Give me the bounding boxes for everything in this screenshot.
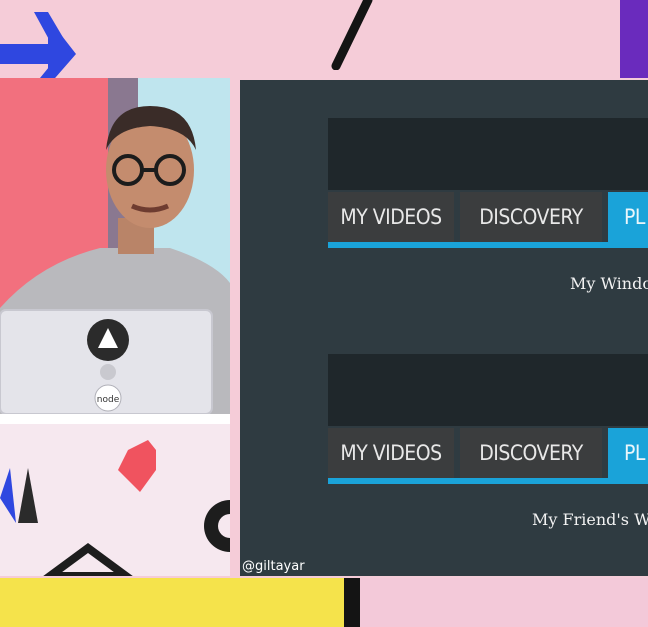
speaker-video-frame: node [0,78,230,576]
caption-friends-window: My Friend's Wir [532,510,648,529]
tab-bar-header [328,118,648,190]
blue-arrow-graphic [0,12,76,78]
purple-block-graphic [620,0,648,78]
yellow-band-graphic [0,578,346,627]
tab-bar-block-2: MY VIDEOS DISCOVERY PL [328,354,648,488]
presentation-slide: MY VIDEOS DISCOVERY PL My Windo MY VIDEO… [240,80,648,576]
tab-playlist-active: PL [608,192,648,242]
black-slash-graphic [331,0,373,70]
tab-underline [328,478,648,484]
tab-playlist-active: PL [608,428,648,478]
tab-my-videos: MY VIDEOS [328,192,454,242]
tab-bar-header [328,354,648,426]
tab-discovery: DISCOVERY [460,192,602,242]
speaker-camera-panel: node [0,78,230,576]
tab-underline [328,242,648,248]
tab-discovery: DISCOVERY [460,428,602,478]
laptop-sticker-text: node [97,395,120,405]
tab-bar-block-1: MY VIDEOS DISCOVERY PL [328,118,648,252]
twitter-handle: @giltayar [242,559,305,574]
caption-window: My Windo [570,274,648,293]
pink-band-graphic [360,578,648,627]
black-strip-graphic [344,578,360,627]
tab-my-videos: MY VIDEOS [328,428,454,478]
